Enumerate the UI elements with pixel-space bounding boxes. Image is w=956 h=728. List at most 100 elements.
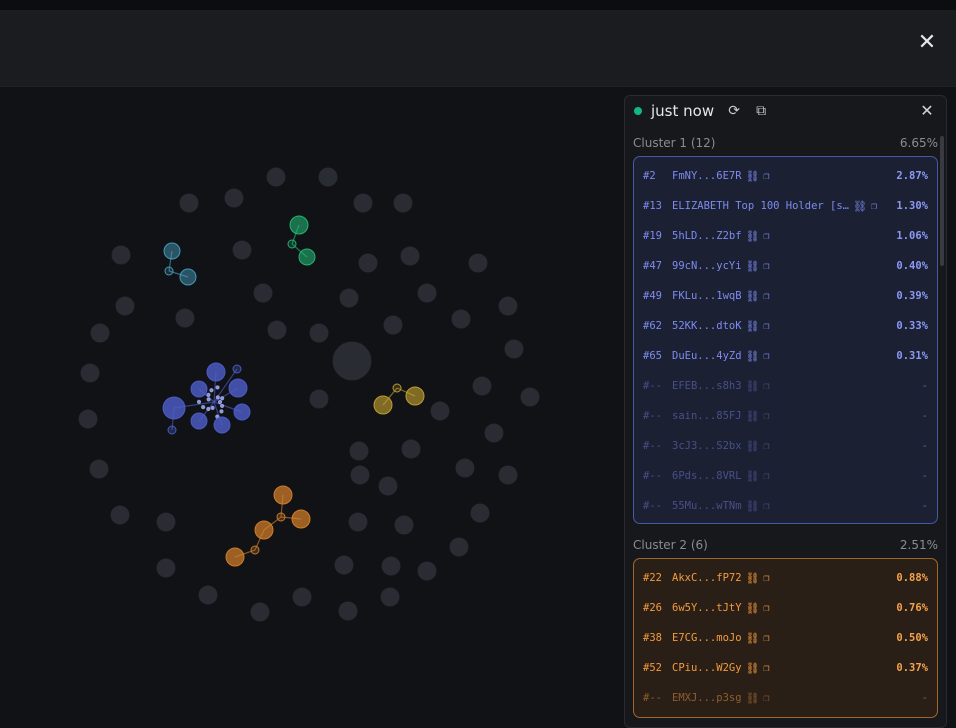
holder-address[interactable]: EMXJ...p3sg [672,692,742,704]
cluster-node[interactable] [167,425,177,435]
wallet-node[interactable] [156,558,176,578]
holder-row[interactable]: #-- 6Pds...8VRL ⛓ ❐ - [634,461,937,491]
link-icon[interactable]: ⛓ [746,380,760,393]
wallet-node[interactable] [383,315,403,335]
holder-row[interactable]: #47 99cN...ycYi ⛓ ❐ 0.40% [634,251,937,281]
holder-address[interactable]: DuEu...4yZd [672,350,742,362]
wallet-node[interactable] [267,320,287,340]
wallet-node[interactable] [156,512,176,532]
wallet-node[interactable] [110,505,130,525]
wallet-node[interactable] [115,296,135,316]
link-icon[interactable]: ⛓ [746,440,760,453]
cluster-node[interactable] [179,268,197,286]
cluster-node[interactable] [190,380,208,398]
wallet-node[interactable] [266,167,286,187]
cluster-node[interactable] [373,395,393,415]
holder-address[interactable]: 6Pds...8VRL [672,470,742,482]
wallet-node[interactable] [358,253,378,273]
wallet-node[interactable] [401,439,421,459]
panel-close-icon[interactable]: ✕ [918,102,936,120]
wallet-node[interactable] [353,193,373,213]
holder-address[interactable]: E7CG...moJo [672,632,742,644]
wallet-node[interactable] [378,476,398,496]
wallet-node[interactable] [224,188,244,208]
cluster-node[interactable] [228,378,248,398]
cluster-node[interactable] [206,397,211,402]
refresh-icon[interactable]: ⟳ [725,102,743,120]
wallet-node[interactable] [309,323,329,343]
holder-address[interactable]: FmNY...6E7R [672,170,742,182]
link-icon[interactable]: ⛓ [746,470,760,483]
wallet-node[interactable] [417,283,437,303]
cluster-node[interactable] [276,512,286,522]
wallet-node[interactable] [498,296,518,316]
wallet-node[interactable] [449,537,469,557]
link-icon[interactable]: ⛓ [746,260,760,273]
holder-row[interactable]: #-- 55Mu...wTNm ⛓ ❐ - [634,491,937,521]
cluster-node[interactable] [233,403,251,421]
copy-icon[interactable]: ❐ [764,351,770,362]
cluster-node[interactable] [213,416,231,434]
wallet-node[interactable] [232,240,252,260]
copy-icon[interactable]: ❐ [764,663,770,674]
link-icon[interactable]: ⛓ [746,290,760,303]
wallet-node[interactable] [350,465,370,485]
wallet-node[interactable] [417,561,437,581]
link-icon[interactable]: ⛓ [746,230,760,243]
cluster-node[interactable] [209,388,214,393]
cluster-node[interactable] [254,520,274,540]
wallet-node[interactable] [338,601,358,621]
cluster-node[interactable] [219,409,224,414]
cluster-node[interactable] [392,383,402,393]
cluster-node[interactable] [250,545,260,555]
cluster-node[interactable] [190,412,208,430]
cluster-node[interactable] [225,547,245,567]
wallet-node[interactable] [90,323,110,343]
holder-row[interactable]: #13 ELIZABETH Top 100 Holder [s… ⛓ ❐ 1.30% [634,191,937,221]
copy-icon[interactable]: ❐ [764,321,770,332]
holder-row[interactable]: #-- sain...85FJ ⛓ ❐ - [634,401,937,431]
wallet-node[interactable] [468,253,488,273]
external-link-icon[interactable]: ⧉ [752,102,770,120]
link-icon[interactable]: ⛓ [746,692,760,705]
holder-row[interactable]: #19 5hLD...Z2bf ⛓ ❐ 1.06% [634,221,937,251]
link-icon[interactable]: ⛓ [746,170,760,183]
link-icon[interactable]: ⛓ [746,500,760,513]
cluster-node[interactable] [232,364,242,374]
holder-address[interactable]: 3cJ3...S2bx [672,440,742,452]
wallet-node[interactable] [381,556,401,576]
copy-icon[interactable]: ❐ [764,603,770,614]
wallet-node[interactable] [451,309,471,329]
copy-icon[interactable]: ❐ [764,261,770,272]
copy-icon[interactable]: ❐ [764,471,770,482]
holder-address[interactable]: sain...85FJ [672,410,742,422]
wallet-node[interactable] [80,363,100,383]
wallet-node[interactable] [339,288,359,308]
wallet-node[interactable] [309,389,329,409]
holder-row[interactable]: #38 E7CG...moJo ⛓ ❐ 0.50% [634,623,937,653]
wallet-node[interactable] [179,193,199,213]
copy-icon[interactable]: ❐ [764,693,770,704]
panel-scrollbar[interactable] [940,136,944,266]
holder-address[interactable]: 99cN...ycYi [672,260,742,272]
wallet-node[interactable] [380,587,400,607]
holder-address[interactable]: 55Mu...wTNm [672,500,742,512]
wallet-node[interactable] [318,167,338,187]
holder-address[interactable]: 6w5Y...tJtY [672,602,742,614]
link-icon[interactable]: ⛓ [746,320,760,333]
cluster-node[interactable] [163,242,181,260]
cluster-node[interactable] [298,248,316,266]
holder-address[interactable]: EFEB...s8h3 [672,380,742,392]
cluster-node[interactable] [220,396,225,401]
holder-address[interactable]: FKLu...1wqB [672,290,742,302]
copy-icon[interactable]: ❐ [764,441,770,452]
copy-icon[interactable]: ❐ [764,381,770,392]
holder-address[interactable]: 52KK...dtoK [672,320,742,332]
bubble-map-graph[interactable] [0,88,622,728]
cluster-node[interactable] [206,392,211,398]
cluster-1-header[interactable]: Cluster 1 (12) 6.65% [625,136,946,150]
holder-address[interactable]: CPiu...W2Gy [672,662,742,674]
copy-icon[interactable]: ❐ [764,291,770,302]
wallet-node[interactable] [504,339,524,359]
wallet-node[interactable] [292,587,312,607]
